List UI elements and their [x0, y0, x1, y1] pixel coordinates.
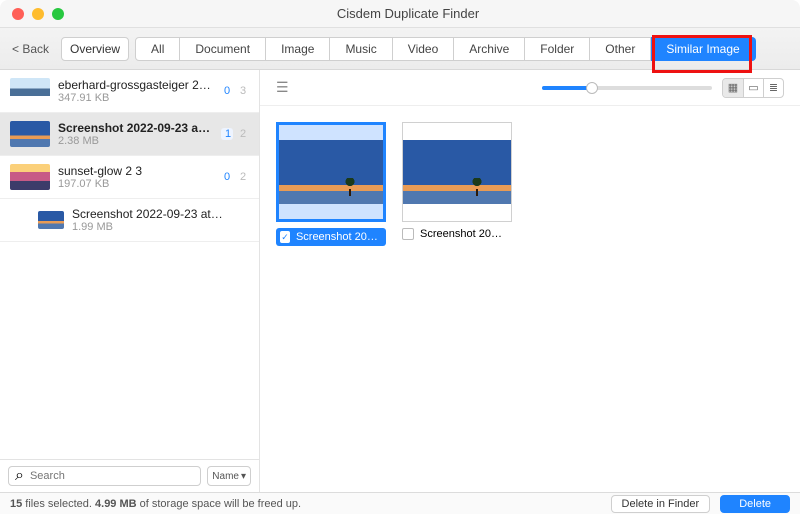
chevron-down-icon: ▾ [241, 471, 246, 482]
item-size: 197.07 KB [58, 178, 213, 190]
selected-count: 0 [221, 85, 233, 97]
view-mode-toggle: ▦ ▭ ≣ [722, 78, 784, 98]
item-counts: 0 3 [221, 85, 249, 97]
tab-image[interactable]: Image [266, 37, 330, 61]
thumbnail-icon [10, 121, 50, 147]
item-counts: 1 2 [221, 128, 249, 140]
status-bar: 15 files selected. 4.99 MB of storage sp… [0, 492, 800, 514]
item-counts: 0 2 [221, 171, 249, 183]
tab-folder[interactable]: Folder [525, 37, 590, 61]
tab-archive[interactable]: Archive [454, 37, 525, 61]
window-title: Cisdem Duplicate Finder [16, 6, 800, 21]
preview-image [279, 140, 383, 204]
tab-other[interactable]: Other [590, 37, 651, 61]
search-field[interactable]: ⌕ [8, 466, 201, 486]
item-meta: eberhard-grossgasteiger 2… 347.91 KB [58, 78, 213, 104]
preview-filename: Screenshot 2022-0… [296, 231, 382, 243]
item-name: eberhard-grossgasteiger 2… [58, 78, 213, 92]
tab-video[interactable]: Video [393, 37, 454, 61]
files-selected-count: 15 [10, 498, 22, 510]
checkbox-unchecked-icon[interactable] [402, 228, 414, 240]
tab-music[interactable]: Music [330, 37, 392, 61]
item-name: Screenshot 2022-09-23 at… [72, 207, 249, 221]
item-size: 1.99 MB [72, 221, 249, 233]
content-pane: ☰ ▦ ▭ ≣ ✓ Screenshot 2022-0… [260, 70, 800, 492]
content-toolbar: ☰ ▦ ▭ ≣ [260, 70, 800, 106]
tab-document[interactable]: Document [180, 37, 266, 61]
selected-count: 0 [221, 171, 233, 183]
checkbox-checked-icon[interactable]: ✓ [280, 231, 290, 243]
search-input[interactable] [30, 470, 194, 482]
toolbar: < Back Overview All Document Image Music… [0, 28, 800, 70]
delete-in-finder-button[interactable]: Delete in Finder [611, 495, 711, 513]
tab-all[interactable]: All [135, 37, 180, 61]
item-meta: Screenshot 2022-09-23 at… 1.99 MB [72, 207, 249, 233]
duplicate-group-list: eberhard-grossgasteiger 2… 347.91 KB 0 3… [0, 70, 259, 459]
total-count: 2 [237, 128, 249, 140]
item-meta: sunset-glow 2 3 197.07 KB [58, 164, 213, 190]
preview-caption[interactable]: Screenshot 2022-0… [402, 228, 512, 240]
main-area: eberhard-grossgasteiger 2… 347.91 KB 0 3… [0, 70, 800, 492]
list-item[interactable]: Screenshot 2022-09-23 at… 2.38 MB 1 2 [0, 113, 259, 156]
list-item[interactable]: Screenshot 2022-09-23 at… 1.99 MB [0, 199, 259, 242]
item-size: 347.91 KB [58, 92, 213, 104]
overview-button[interactable]: Overview [61, 37, 129, 61]
list-item[interactable]: eberhard-grossgasteiger 2… 347.91 KB 0 3 [0, 70, 259, 113]
grid-view-button[interactable]: ▦ [723, 79, 743, 97]
search-icon: ⌕ [15, 467, 24, 485]
sidebar-footer: ⌕ Name ▾ [0, 459, 259, 492]
thumbnail-icon [10, 164, 50, 190]
space-freed: 4.99 MB [95, 498, 137, 510]
titlebar: Cisdem Duplicate Finder [0, 0, 800, 28]
preview-card[interactable]: ✓ Screenshot 2022-0… [276, 122, 386, 246]
sort-label: Name [212, 471, 239, 482]
filter-icon[interactable]: ☰ [276, 79, 289, 96]
list-view-button[interactable]: ≣ [763, 79, 783, 97]
back-button[interactable]: < Back [10, 42, 55, 56]
selected-count: 1 [221, 128, 233, 140]
slider-knob[interactable] [586, 82, 598, 94]
status-text: 15 files selected. 4.99 MB of storage sp… [10, 498, 301, 510]
tab-similar-image[interactable]: Similar Image [651, 37, 755, 61]
gallery-view-button[interactable]: ▭ [743, 79, 763, 97]
thumbnail-icon [38, 211, 64, 229]
thumbnail-size-slider[interactable] [542, 86, 712, 90]
preview-card[interactable]: Screenshot 2022-0… [402, 122, 512, 240]
preview-filename: Screenshot 2022-0… [420, 228, 508, 240]
item-name: Screenshot 2022-09-23 at… [58, 121, 213, 135]
total-count: 2 [237, 171, 249, 183]
item-size: 2.38 MB [58, 135, 213, 147]
preview-gallery: ✓ Screenshot 2022-0… Screenshot 2022-0… [260, 106, 800, 492]
total-count: 3 [237, 85, 249, 97]
thumbnail-icon [10, 78, 50, 104]
item-meta: Screenshot 2022-09-23 at… 2.38 MB [58, 121, 213, 147]
sidebar: eberhard-grossgasteiger 2… 347.91 KB 0 3… [0, 70, 260, 492]
list-item[interactable]: sunset-glow 2 3 197.07 KB 0 2 [0, 156, 259, 199]
preview-caption[interactable]: ✓ Screenshot 2022-0… [276, 228, 386, 246]
delete-button[interactable]: Delete [720, 495, 790, 513]
item-name: sunset-glow 2 3 [58, 164, 213, 178]
sort-button[interactable]: Name ▾ [207, 466, 251, 486]
category-tabs: All Document Image Music Video Archive F… [135, 37, 756, 61]
preview-image [403, 140, 511, 204]
